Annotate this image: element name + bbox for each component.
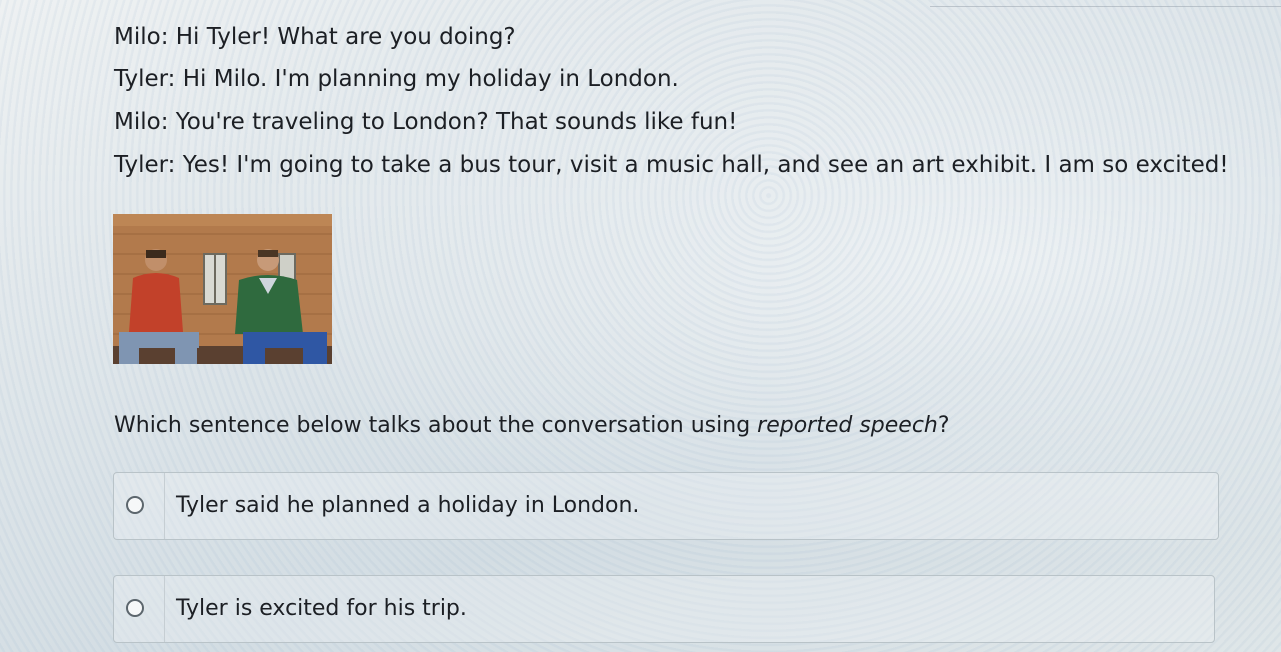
dialogue-line-4: Tyler: Yes! I'm going to take a bus tour… bbox=[114, 152, 1229, 178]
question-text: Which sentence below talks about the con… bbox=[114, 411, 950, 441]
radio-button[interactable] bbox=[126, 599, 144, 617]
dialogue-line-3: Milo: You're traveling to London? That s… bbox=[114, 109, 738, 135]
photo-illustration bbox=[113, 214, 332, 364]
radio-cell bbox=[114, 473, 165, 539]
conversation-photo bbox=[113, 214, 332, 364]
quiz-page: Milo: Hi Tyler! What are you doing? Tyle… bbox=[0, 0, 1281, 652]
option-label: Tyler is excited for his trip. bbox=[176, 596, 467, 621]
radio-button[interactable] bbox=[126, 496, 144, 514]
divider bbox=[930, 6, 1281, 7]
answer-option-2[interactable]: Tyler is excited for his trip. bbox=[113, 575, 1215, 643]
question-prefix: Which sentence below talks about the con… bbox=[114, 413, 758, 438]
dialogue-line-2: Tyler: Hi Milo. I'm planning my holiday … bbox=[114, 66, 679, 92]
option-label: Tyler said he planned a holiday in Londo… bbox=[176, 493, 640, 518]
dialogue-line-1: Milo: Hi Tyler! What are you doing? bbox=[114, 24, 516, 50]
radio-cell bbox=[114, 576, 165, 642]
question-emphasis: reported speech bbox=[757, 413, 938, 438]
question-suffix: ? bbox=[937, 413, 950, 438]
answer-option-1[interactable]: Tyler said he planned a holiday in Londo… bbox=[113, 472, 1219, 540]
